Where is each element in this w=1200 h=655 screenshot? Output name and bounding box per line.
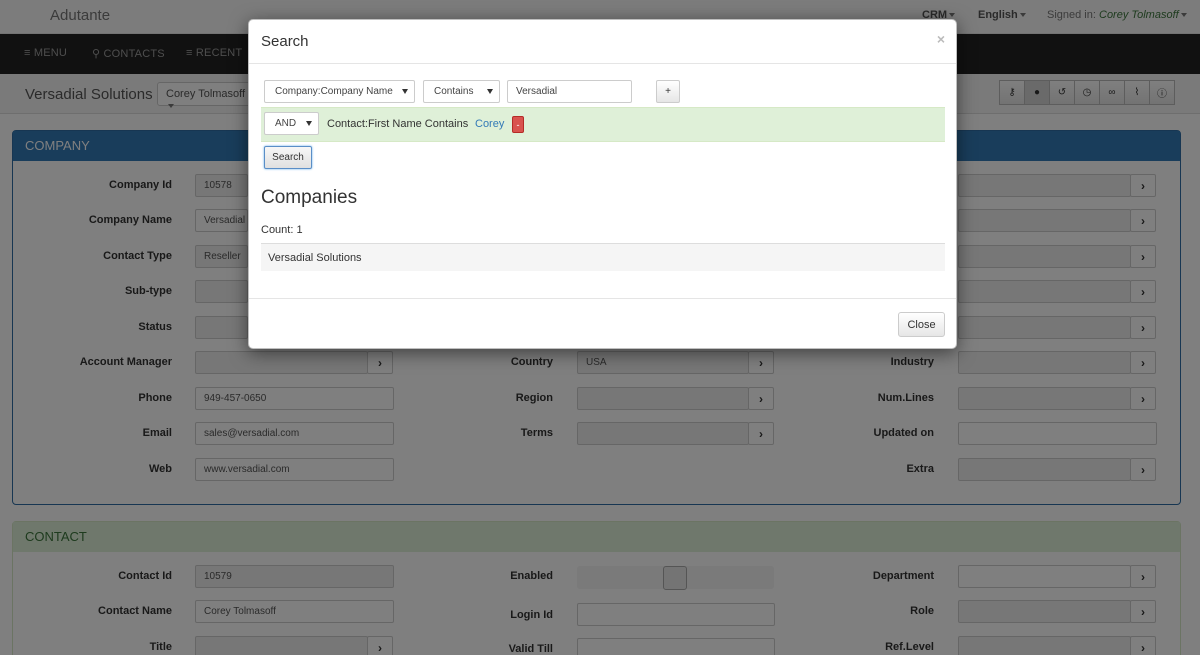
modal-footer: Close (249, 298, 956, 348)
condition-text: Contact:First Name Contains (327, 118, 469, 130)
result-row[interactable]: Versadial Solutions (261, 243, 945, 271)
modal-title: Search (261, 33, 309, 50)
condition-row: AND Contact:First Name Contains Corey - (261, 107, 945, 142)
chevron-down-icon (402, 89, 408, 94)
search-button[interactable]: Search (264, 146, 312, 169)
results-heading: Companies (261, 187, 358, 208)
search-value-input[interactable]: Versadial (507, 80, 632, 103)
add-condition-button[interactable]: + (656, 80, 680, 103)
search-modal: Search × Company:Company Name Contains V… (248, 19, 957, 349)
condition-value: Corey (475, 118, 505, 130)
remove-condition-button[interactable]: - (512, 116, 524, 133)
close-button[interactable]: Close (898, 312, 945, 337)
chevron-down-icon (306, 121, 312, 126)
close-icon[interactable]: × (937, 31, 945, 47)
logic-select[interactable]: AND (264, 112, 319, 135)
results-count: Count: 1 (261, 224, 303, 236)
operator-select[interactable]: Contains (423, 80, 500, 103)
modal-header: Search × (249, 20, 956, 64)
field-select[interactable]: Company:Company Name (264, 80, 415, 103)
chevron-down-icon (487, 89, 493, 94)
